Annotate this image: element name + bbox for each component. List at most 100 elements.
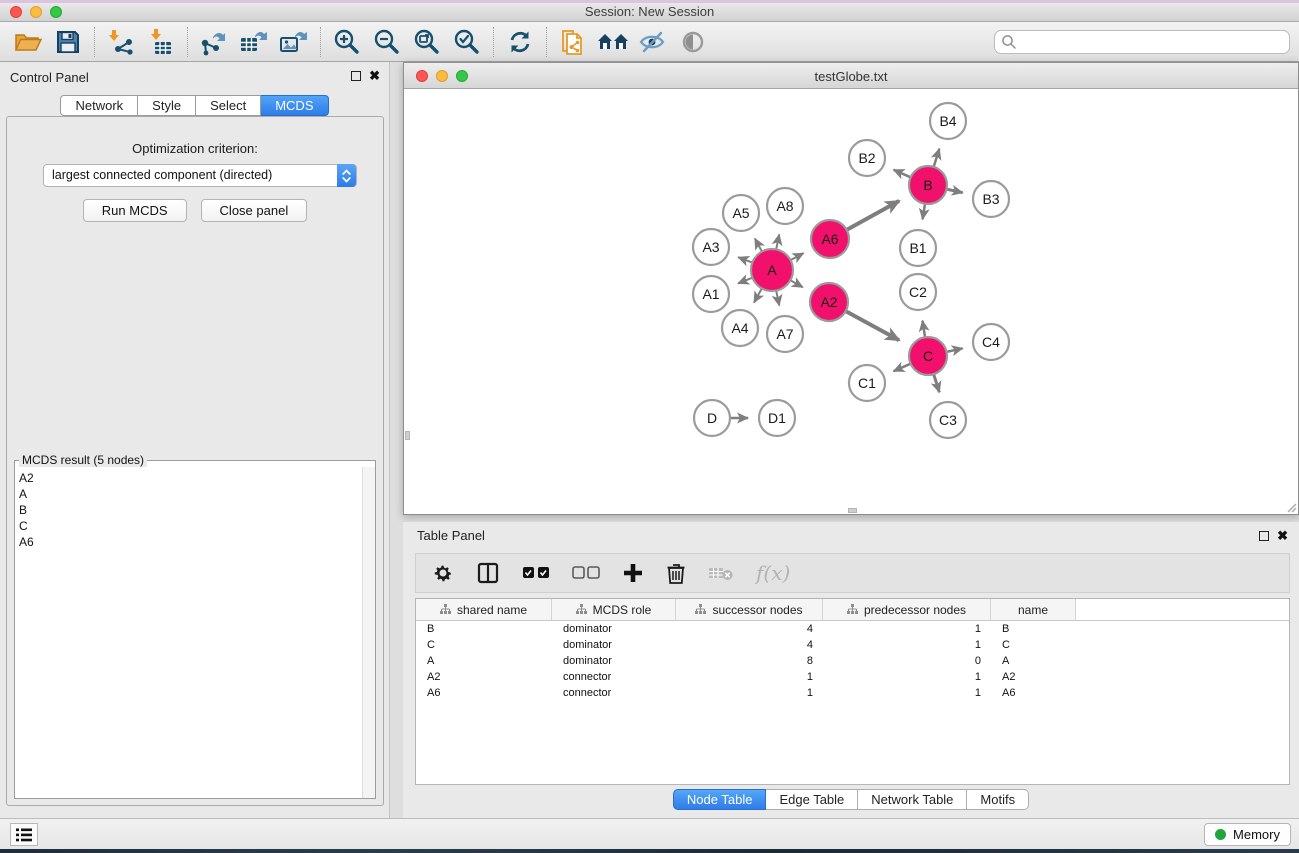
- column-header-shared-name[interactable]: shared name: [416, 599, 552, 620]
- edge-A6-B[interactable]: [847, 201, 899, 230]
- first-neighbors-button[interactable]: [593, 25, 633, 59]
- node-A2[interactable]: A2: [810, 283, 848, 321]
- new-network-button[interactable]: [553, 25, 593, 59]
- node-C[interactable]: C: [909, 337, 947, 375]
- result-item[interactable]: A: [19, 486, 362, 502]
- tab-network-table[interactable]: Network Table: [858, 789, 967, 810]
- table-cell[interactable]: A6: [416, 687, 552, 699]
- tab-mcds[interactable]: MCDS: [261, 95, 328, 116]
- edge-A-A3[interactable]: [738, 257, 752, 262]
- edge-B-B1[interactable]: [923, 204, 925, 220]
- open-session-button[interactable]: [8, 25, 48, 59]
- export-table-button[interactable]: [234, 25, 274, 59]
- result-scrollbar[interactable]: [362, 467, 375, 798]
- delete-table-button[interactable]: [708, 564, 734, 582]
- node-A5[interactable]: A5: [723, 195, 759, 231]
- table-cell[interactable]: 1: [823, 639, 991, 651]
- tab-network[interactable]: Network: [60, 95, 138, 116]
- node-A4[interactable]: A4: [722, 310, 758, 346]
- tab-edge-table[interactable]: Edge Table: [766, 789, 858, 810]
- node-C1[interactable]: C1: [849, 365, 885, 401]
- tab-node-table[interactable]: Node Table: [673, 789, 767, 810]
- task-history-button[interactable]: [10, 823, 38, 846]
- run-mcds-button[interactable]: Run MCDS: [83, 199, 187, 222]
- table-cell[interactable]: connector: [552, 671, 676, 683]
- edge-B-B3[interactable]: [947, 189, 963, 193]
- float-panel-icon[interactable]: [1259, 531, 1269, 541]
- deselect-all-rows-button[interactable]: [572, 566, 600, 580]
- close-panel-icon[interactable]: ✖: [369, 68, 380, 84]
- table-row[interactable]: Bdominator41B: [416, 621, 1289, 637]
- table-cell[interactable]: dominator: [552, 639, 676, 651]
- table-cell[interactable]: 4: [676, 623, 823, 635]
- table-row[interactable]: Adominator80A: [416, 653, 1289, 669]
- table-cell[interactable]: A6: [991, 687, 1076, 699]
- node-C3[interactable]: C3: [930, 402, 966, 438]
- table-cell[interactable]: B: [416, 623, 552, 635]
- table-cell[interactable]: 1: [823, 687, 991, 699]
- table-cell[interactable]: C: [416, 639, 552, 651]
- export-network-button[interactable]: [194, 25, 234, 59]
- table-cell[interactable]: A2: [416, 671, 552, 683]
- table-cell[interactable]: A2: [991, 671, 1076, 683]
- tab-style[interactable]: Style: [138, 95, 196, 116]
- node-B3[interactable]: B3: [973, 181, 1009, 217]
- result-item[interactable]: A6: [19, 534, 362, 550]
- node-C2[interactable]: C2: [900, 274, 936, 310]
- node-A6[interactable]: A6: [811, 220, 849, 258]
- table-cell[interactable]: A: [416, 655, 552, 667]
- table-cell[interactable]: A: [991, 655, 1076, 667]
- table-cell[interactable]: 8: [676, 655, 823, 667]
- node-C4[interactable]: C4: [973, 324, 1009, 360]
- column-header-MCDS-role[interactable]: MCDS role: [552, 599, 676, 620]
- zoom-fit-button[interactable]: [407, 25, 447, 59]
- zoom-in-button[interactable]: [327, 25, 367, 59]
- node-B2[interactable]: B2: [849, 140, 885, 176]
- tab-motifs[interactable]: Motifs: [967, 789, 1029, 810]
- vertical-scroll-nub[interactable]: [405, 431, 410, 440]
- node-A1[interactable]: A1: [693, 276, 729, 312]
- table-cell[interactable]: B: [991, 623, 1076, 635]
- edge-A-A7[interactable]: [776, 291, 779, 306]
- import-table-button[interactable]: [141, 25, 181, 59]
- column-header-successor-nodes[interactable]: successor nodes: [676, 599, 823, 620]
- edge-A-A8[interactable]: [776, 234, 779, 249]
- edge-A-A2[interactable]: [790, 280, 803, 287]
- table-cell[interactable]: 1: [823, 671, 991, 683]
- memory-button[interactable]: Memory: [1204, 823, 1291, 846]
- table-cell[interactable]: dominator: [552, 623, 676, 635]
- apply-layout-button[interactable]: [500, 25, 540, 59]
- resize-grip-icon[interactable]: [1285, 501, 1297, 513]
- node-D[interactable]: D: [694, 400, 730, 436]
- function-builder-button[interactable]: f(x): [756, 561, 790, 585]
- tab-select[interactable]: Select: [196, 95, 261, 116]
- export-image-button[interactable]: [274, 25, 314, 59]
- edge-B-B4[interactable]: [934, 149, 940, 167]
- edge-C-C2[interactable]: [922, 321, 925, 338]
- import-network-button[interactable]: [101, 25, 141, 59]
- table-cell[interactable]: dominator: [552, 655, 676, 667]
- node-B1[interactable]: B1: [900, 230, 936, 266]
- edge-A-A4[interactable]: [754, 288, 762, 302]
- node-A3[interactable]: A3: [693, 229, 729, 265]
- node-B[interactable]: B: [909, 166, 947, 204]
- node-A8[interactable]: A8: [767, 188, 803, 224]
- criterion-dropdown[interactable]: largest connected component (directed): [43, 164, 357, 187]
- edge-A-A6[interactable]: [791, 253, 804, 260]
- edge-A-A1[interactable]: [738, 278, 752, 284]
- edge-C-C1[interactable]: [894, 364, 911, 372]
- network-graph-canvas[interactable]: B4B2BB3A5A8A6B1A3AC2A1A2A4A7C4CC1C3DD1: [405, 90, 1298, 515]
- create-column-button[interactable]: [622, 562, 644, 584]
- table-cell[interactable]: 1: [676, 671, 823, 683]
- edge-B-B2[interactable]: [894, 170, 911, 178]
- table-cell[interactable]: 0: [823, 655, 991, 667]
- horizontal-scroll-nub[interactable]: [848, 508, 857, 513]
- table-row[interactable]: Cdominator41C: [416, 637, 1289, 653]
- float-panel-icon[interactable]: [351, 71, 361, 81]
- column-header-predecessor-nodes[interactable]: predecessor nodes: [823, 599, 991, 620]
- show-all-button[interactable]: [673, 25, 713, 59]
- column-manager-button[interactable]: [476, 561, 500, 585]
- search-input[interactable]: [994, 30, 1290, 54]
- select-all-rows-button[interactable]: [522, 566, 550, 580]
- hide-selected-button[interactable]: [633, 25, 673, 59]
